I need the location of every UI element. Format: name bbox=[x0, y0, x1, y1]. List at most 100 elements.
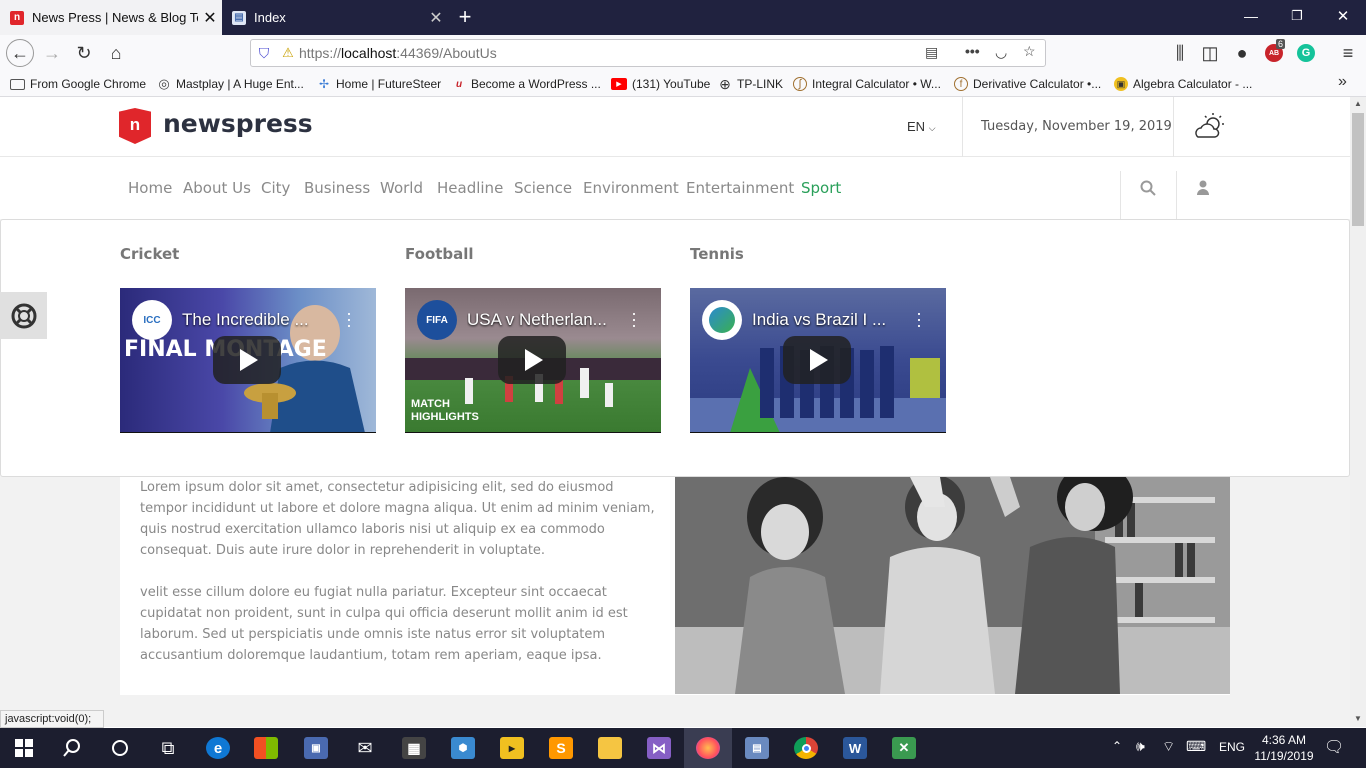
player-icon[interactable]: ▶ bbox=[488, 728, 536, 768]
mega-heading-tennis[interactable]: Tennis bbox=[690, 245, 744, 263]
video-more-icon[interactable]: · · · bbox=[916, 304, 922, 334]
menu-item-science[interactable]: Science bbox=[514, 179, 572, 197]
minimize-icon[interactable]: — bbox=[1236, 8, 1266, 24]
menu-item-sport[interactable]: Sport bbox=[801, 179, 841, 197]
support-widget-button[interactable] bbox=[0, 292, 47, 339]
video-title[interactable]: The Incredible ... bbox=[182, 310, 332, 330]
reader-view-icon[interactable]: ▤ bbox=[925, 44, 938, 61]
sublime-icon[interactable]: S bbox=[537, 728, 585, 768]
menu-item-environment[interactable]: Environment bbox=[583, 179, 679, 197]
shield-icon[interactable]: ⛉ bbox=[251, 45, 277, 62]
bookmark-item[interactable]: ∫ Integral Calculator • W... bbox=[793, 75, 941, 93]
menu-item-world[interactable]: World bbox=[380, 179, 423, 197]
word-icon[interactable]: W bbox=[831, 728, 879, 768]
account-icon[interactable]: ● bbox=[1228, 39, 1256, 67]
search-icon[interactable] bbox=[48, 728, 96, 768]
clock[interactable]: 4:36 AM 11/19/2019 bbox=[1254, 732, 1314, 764]
bookmark-item[interactable]: From Google Chrome bbox=[10, 75, 146, 93]
mail-icon[interactable]: ✉ bbox=[341, 728, 389, 768]
edge-icon[interactable]: e bbox=[194, 728, 242, 768]
menu-item-city[interactable]: City bbox=[261, 179, 290, 197]
volume-icon[interactable]: 🕪 bbox=[1136, 738, 1145, 755]
task-view-icon[interactable]: ⧉ bbox=[144, 728, 192, 768]
close-tab-icon[interactable]: ✕ bbox=[424, 8, 448, 28]
start-icon[interactable] bbox=[0, 728, 48, 768]
pocket-icon[interactable]: ◡ bbox=[995, 44, 1007, 61]
restore-icon[interactable]: ❐ bbox=[1282, 8, 1312, 24]
scroll-down-icon[interactable]: ▼ bbox=[1354, 714, 1362, 723]
forward-arrow-icon[interactable]: → bbox=[38, 39, 66, 67]
tab-index[interactable]: ▤ Index ✕ bbox=[222, 0, 448, 35]
menu-item-entertainment[interactable]: Entertainment bbox=[686, 179, 794, 197]
page-actions-icon[interactable]: ••• bbox=[965, 43, 980, 59]
scrollbar-thumb[interactable] bbox=[1352, 113, 1364, 226]
reload-icon[interactable]: ↻ bbox=[70, 39, 98, 67]
play-button[interactable] bbox=[498, 336, 566, 384]
user-icon[interactable] bbox=[1197, 180, 1209, 195]
hamburger-menu-icon[interactable]: ≡ bbox=[1334, 39, 1362, 67]
store-icon[interactable] bbox=[242, 728, 290, 768]
video-more-icon[interactable]: · · · bbox=[631, 304, 637, 334]
chrome-icon[interactable] bbox=[782, 728, 830, 768]
library-icon[interactable]: ⫼ bbox=[1166, 39, 1194, 67]
mega-heading-cricket[interactable]: Cricket bbox=[120, 245, 179, 263]
fifa-channel-icon[interactable]: FIFA bbox=[417, 300, 457, 340]
mega-heading-football[interactable]: Football bbox=[405, 245, 474, 263]
show-hidden-icons-icon[interactable]: ⌃ bbox=[1112, 739, 1122, 753]
close-window-icon[interactable]: ✕ bbox=[1328, 7, 1358, 25]
bookmark-item[interactable]: u Become a WordPress ... bbox=[452, 75, 601, 93]
video-embed-cricket[interactable]: FINAL MONTAGE ICC The Incredible ... ··· bbox=[120, 288, 376, 433]
search-icon[interactable] bbox=[1140, 180, 1156, 196]
more-bookmarks-icon[interactable]: » bbox=[1338, 73, 1347, 91]
newspress-logo-icon[interactable]: n bbox=[119, 108, 151, 144]
input-language[interactable]: ENG bbox=[1219, 740, 1245, 754]
adblock-icon[interactable]: AB 6 bbox=[1260, 39, 1288, 67]
ms-teams-icon[interactable]: ▣ bbox=[292, 728, 340, 768]
bookmark-item[interactable]: ⊕ TP-LINK bbox=[718, 75, 783, 93]
3d-viewer-icon[interactable]: ⬢ bbox=[439, 728, 487, 768]
new-tab-button[interactable]: + bbox=[452, 4, 478, 30]
grammarly-icon[interactable]: G bbox=[1292, 39, 1320, 67]
video-embed-tennis[interactable]: India vs Brazil I ... · · · bbox=[690, 288, 946, 433]
visual-studio-icon[interactable]: ⋈ bbox=[635, 728, 683, 768]
file-explorer-icon[interactable] bbox=[586, 728, 634, 768]
app-icon[interactable]: ✕ bbox=[880, 728, 928, 768]
bookmark-label: Become a WordPress ... bbox=[471, 77, 601, 91]
keyboard-icon[interactable]: ⌨ bbox=[1186, 738, 1206, 755]
bookmark-item[interactable]: ✢ Home | FutureSteer bbox=[317, 75, 441, 93]
menu-item-business[interactable]: Business bbox=[304, 179, 370, 197]
remote-desktop-icon[interactable]: ▤ bbox=[733, 728, 781, 768]
video-title[interactable]: India vs Brazil I ... bbox=[752, 310, 902, 330]
bookmark-item[interactable]: ▶ (131) YouTube bbox=[611, 75, 710, 93]
scroll-up-icon[interactable]: ▲ bbox=[1354, 99, 1362, 108]
back-arrow-icon[interactable]: ← bbox=[6, 39, 34, 67]
channel-logo-icon[interactable] bbox=[702, 300, 742, 340]
menu-item-headline[interactable]: Headline bbox=[437, 179, 503, 197]
cortana-icon[interactable] bbox=[96, 728, 144, 768]
wifi-icon[interactable]: ⌔ bbox=[1162, 738, 1175, 756]
video-title[interactable]: USA v Netherlan... bbox=[467, 310, 617, 330]
bookmark-star-icon[interactable]: ☆ bbox=[1023, 43, 1036, 60]
site-logo-text[interactable]: newspress bbox=[163, 109, 313, 138]
icc-channel-icon[interactable]: ICC bbox=[132, 300, 172, 340]
bookmark-item[interactable]: ▣ Algebra Calculator - ... bbox=[1114, 75, 1252, 93]
calculator-icon[interactable]: ▦ bbox=[390, 728, 438, 768]
play-button[interactable] bbox=[783, 336, 851, 384]
tab-newspress[interactable]: n News Press | News & Blog Template ✕ bbox=[0, 0, 222, 35]
lock-warning-icon[interactable]: ⚠ bbox=[277, 45, 299, 61]
close-tab-icon[interactable]: ✕ bbox=[198, 8, 222, 28]
sidebar-icon[interactable]: ◫ bbox=[1196, 39, 1224, 67]
menu-item-home[interactable]: Home bbox=[128, 179, 172, 197]
address-bar[interactable]: ⛉ ⚠ https:// localhost :44369/AboutUs ▤ … bbox=[250, 39, 1046, 67]
menu-item-about-us[interactable]: About Us bbox=[183, 179, 251, 197]
video-embed-football[interactable]: MATCH HIGHLIGHTS FIFA USA v Netherlan...… bbox=[405, 288, 661, 433]
language-selector[interactable]: EN ⌵ bbox=[907, 119, 936, 134]
home-icon[interactable]: ⌂ bbox=[102, 39, 130, 67]
play-button[interactable] bbox=[213, 336, 281, 384]
page-scrollbar[interactable]: ▲ ▼ bbox=[1350, 97, 1366, 727]
firefox-icon[interactable] bbox=[684, 728, 732, 768]
video-more-icon[interactable]: · · · bbox=[346, 304, 352, 334]
notifications-icon[interactable]: 🗨 bbox=[1324, 737, 1344, 757]
bookmark-item[interactable]: ◎ Mastplay | A Huge Ent... bbox=[157, 75, 304, 93]
bookmark-item[interactable]: f Derivative Calculator •... bbox=[954, 75, 1101, 93]
